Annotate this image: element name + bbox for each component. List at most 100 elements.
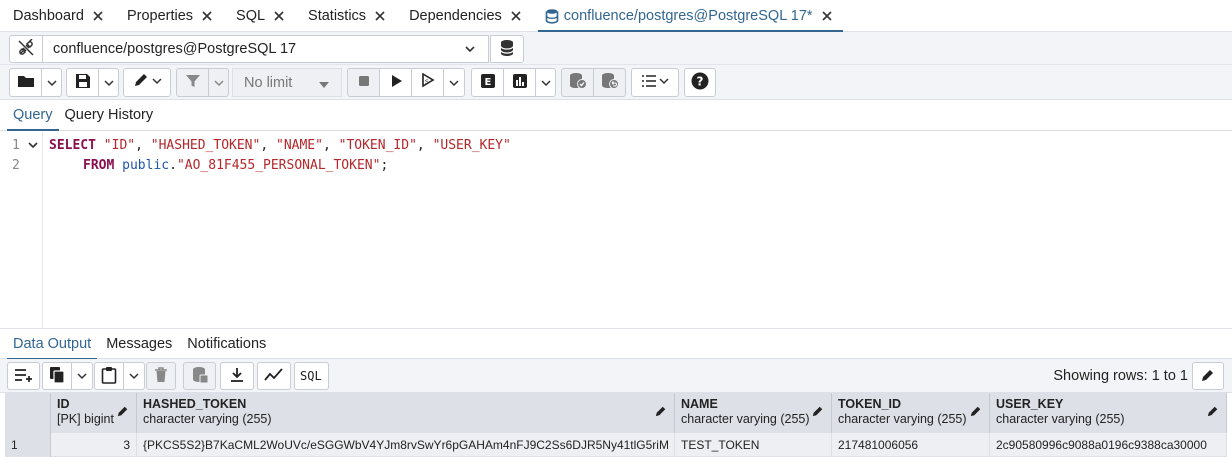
- save-dropdown[interactable]: [98, 68, 119, 97]
- tab-label: Query History: [64, 107, 154, 123]
- tab-dashboard[interactable]: Dashboard: [0, 0, 114, 32]
- table-cell[interactable]: 217481006056: [832, 433, 990, 457]
- graph-visualiser-button[interactable]: [257, 362, 291, 390]
- close-icon[interactable]: [88, 6, 108, 26]
- row-number[interactable]: 1: [5, 433, 51, 457]
- tab-data-output[interactable]: Data Output: [7, 329, 98, 360]
- tab-label: Statistics: [308, 7, 367, 24]
- schema-name: public: [122, 158, 170, 173]
- data-grid: ID [PK] bigint HASHED_TOKEN character va…: [5, 393, 1227, 464]
- edit-button[interactable]: [123, 68, 171, 97]
- close-icon[interactable]: [197, 6, 217, 26]
- copy-dropdown[interactable]: [71, 362, 93, 390]
- svg-text:E: E: [484, 77, 491, 88]
- sql-editor[interactable]: 1 2 SELECT "ID", "HASHED_TOKEN", "NAME",…: [0, 132, 1232, 328]
- copy-button[interactable]: [42, 362, 72, 390]
- close-icon[interactable]: [269, 6, 289, 26]
- column-header-hashed-token[interactable]: HASHED_TOKEN character varying (255): [137, 393, 675, 433]
- pencil-icon[interactable]: [1207, 405, 1219, 420]
- row-limit-select[interactable]: No limit: [232, 68, 342, 97]
- filter-dropdown[interactable]: [208, 68, 229, 97]
- paste-button[interactable]: [94, 362, 124, 390]
- table-name: "AO_81F455_PERSONAL_TOKEN": [176, 158, 381, 173]
- rollback-button[interactable]: [593, 68, 626, 97]
- separator: ,: [322, 138, 339, 153]
- database-check-icon: [568, 72, 588, 93]
- fold-chevron-icon[interactable]: [28, 139, 38, 154]
- execute-dropdown[interactable]: [443, 68, 465, 97]
- tab-label: Dashboard: [13, 7, 84, 24]
- edit-rows-button[interactable]: [1192, 362, 1224, 390]
- download-button[interactable]: [220, 362, 254, 390]
- chevron-down-icon: [464, 43, 476, 59]
- column-header-token-id[interactable]: TOKEN_ID character varying (255): [832, 393, 990, 433]
- column-header-id[interactable]: ID [PK] bigint: [51, 393, 137, 433]
- code-line-2: FROM public."AO_81F455_PERSONAL_TOKEN";: [83, 158, 388, 173]
- save-data-button[interactable]: [183, 362, 216, 390]
- tab-notifications[interactable]: Notifications: [181, 329, 272, 359]
- column-name: "USER_KEY": [432, 138, 511, 153]
- close-icon[interactable]: [817, 6, 837, 26]
- pencil-icon[interactable]: [655, 405, 667, 420]
- database-icon: [545, 8, 559, 24]
- copy-icon: [49, 366, 65, 387]
- pencil-icon[interactable]: [117, 405, 129, 420]
- macros-button[interactable]: [631, 68, 679, 97]
- tab-sql[interactable]: SQL: [223, 0, 295, 32]
- tab-statistics[interactable]: Statistics: [295, 0, 396, 32]
- stop-button[interactable]: [347, 68, 380, 97]
- column-header-name[interactable]: NAME character varying (255): [675, 393, 832, 433]
- table-cell[interactable]: 3: [51, 433, 137, 457]
- tab-label: SQL: [236, 7, 266, 24]
- open-file-dropdown[interactable]: [41, 68, 62, 97]
- tab-properties[interactable]: Properties: [114, 0, 223, 32]
- column-type: character varying (255): [143, 412, 272, 426]
- tab-query-tool[interactable]: confluence/postgres@PostgreSQL 17*: [532, 0, 843, 32]
- pencil-icon[interactable]: [970, 405, 982, 420]
- help-button[interactable]: ?: [684, 68, 716, 97]
- tab-messages[interactable]: Messages: [100, 329, 178, 359]
- column-name: "NAME": [276, 138, 323, 153]
- sql-button[interactable]: SQL: [294, 362, 329, 390]
- filter-button[interactable]: [176, 68, 209, 97]
- table-cell[interactable]: 2c90580996c9088a0196c9388ca30000: [990, 433, 1227, 457]
- showing-rows-label: Showing rows: 1 to 1: [1053, 368, 1188, 384]
- row-limit-value: No limit: [244, 74, 293, 91]
- tab-label: Dependencies: [409, 7, 502, 24]
- add-row-icon: [14, 367, 34, 386]
- explain-dropdown[interactable]: [535, 68, 556, 97]
- connection-select[interactable]: confluence/postgres@PostgreSQL 17: [42, 35, 489, 63]
- commit-button[interactable]: [561, 68, 594, 97]
- table-cell[interactable]: TEST_TOKEN: [675, 433, 832, 457]
- editor-gutter: 1 2: [0, 132, 43, 328]
- execute-button[interactable]: [379, 68, 412, 97]
- play-icon: [389, 74, 403, 91]
- svg-text:?: ?: [697, 75, 704, 89]
- close-icon[interactable]: [370, 6, 390, 26]
- save-button[interactable]: [66, 68, 99, 97]
- paste-dropdown[interactable]: [123, 362, 145, 390]
- tab-label: Query: [13, 107, 53, 123]
- connection-status-button[interactable]: [9, 35, 43, 63]
- tab-query-history[interactable]: Query History: [59, 100, 160, 131]
- tab-query[interactable]: Query: [7, 100, 59, 131]
- close-icon[interactable]: [506, 6, 526, 26]
- pencil-icon[interactable]: [812, 405, 824, 420]
- explain-analyze-button[interactable]: [503, 68, 536, 97]
- execute-script-button[interactable]: S: [411, 68, 444, 97]
- table-cell[interactable]: {PKCS5S2}B7KaCML2WoUVc/eSGGWbV4YJm8rvSwY…: [137, 433, 675, 457]
- sql-icon: SQL: [299, 368, 325, 385]
- new-connection-button[interactable]: [490, 35, 524, 63]
- open-file-button[interactable]: [9, 68, 42, 97]
- column-header-user-key[interactable]: USER_KEY character varying (255): [990, 393, 1227, 433]
- tab-dependencies[interactable]: Dependencies: [396, 0, 532, 32]
- separator: ,: [260, 138, 276, 153]
- download-icon: [229, 367, 245, 386]
- statement-end: ;: [380, 158, 389, 173]
- explain-button[interactable]: E: [471, 68, 504, 97]
- connection-bar: confluence/postgres@PostgreSQL 17: [0, 32, 1232, 65]
- delete-button[interactable]: [146, 362, 176, 390]
- save-icon: [75, 73, 91, 92]
- tab-label: confluence/postgres@PostgreSQL 17*: [563, 7, 813, 24]
- add-row-button[interactable]: [7, 362, 40, 390]
